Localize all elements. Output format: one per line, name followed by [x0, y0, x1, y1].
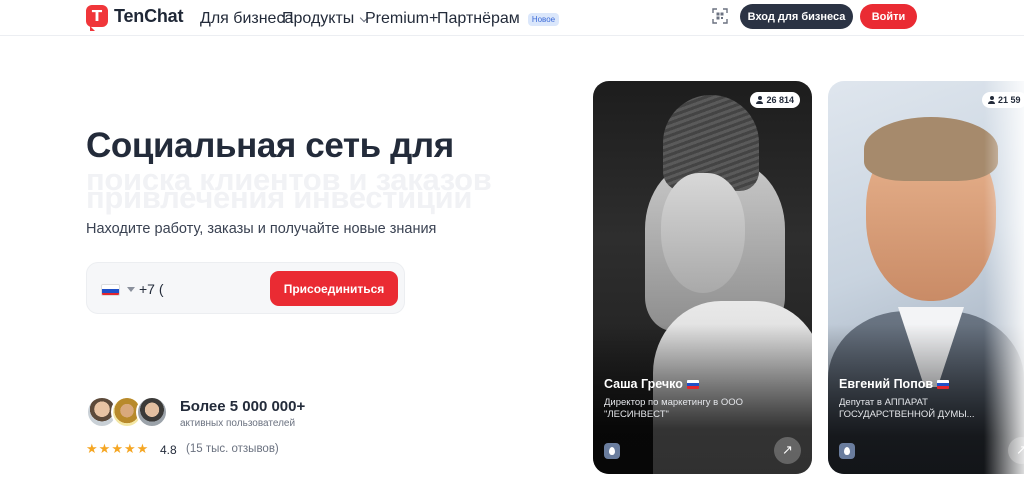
- hero-rotating-line-2: привлечения инвестиций: [86, 180, 473, 215]
- nav-item-business[interactable]: Для бизнеса: [200, 10, 293, 28]
- profile-name-row: Саша Гречко: [604, 377, 699, 391]
- hero-title: Социальная сеть для: [86, 126, 454, 165]
- avatar: [136, 396, 168, 428]
- user-avatars: [86, 396, 170, 430]
- phone-input[interactable]: [139, 278, 259, 300]
- profile-role: Директор по маркетингу в ООО "ЛЕСИНВЕСТ": [604, 397, 744, 420]
- nav-item-premium[interactable]: Premium+: [365, 10, 438, 28]
- russia-flag-icon: [686, 379, 699, 389]
- profile-card[interactable]: 26 814 Саша Гречко Директор по маркетинг…: [593, 81, 812, 474]
- join-button[interactable]: Присоединиться: [270, 271, 398, 306]
- users-label: активных пользователей: [180, 418, 296, 429]
- nav-item-label: Партнёрам: [437, 10, 520, 27]
- business-login-button[interactable]: Вход для бизнеса: [740, 4, 853, 29]
- qr-scan-icon[interactable]: [712, 8, 728, 24]
- star-icon: ★: [123, 442, 136, 457]
- verified-drop-icon: [604, 443, 620, 459]
- russia-flag-icon: [937, 379, 950, 389]
- profile-card[interactable]: 21 59 Евгений Попов Депутат в АППАРАТ ГО…: [828, 81, 1024, 474]
- nav-item-products[interactable]: Продукты: [282, 10, 369, 28]
- rating-stars: ★ ★ ★ ★ ★: [86, 443, 148, 456]
- reviews-count: (15 тыс. отзывов): [186, 443, 279, 455]
- person-icon: [756, 96, 764, 104]
- rating-value: 4.8: [160, 443, 177, 457]
- nav-item-partners[interactable]: Партнёрам Новое: [437, 10, 560, 28]
- russia-flag-icon[interactable]: [101, 284, 120, 296]
- nav-item-label: Для бизнеса: [200, 10, 294, 27]
- star-icon: ★: [86, 442, 98, 457]
- profile-name: Саша Гречко: [604, 377, 683, 391]
- users-count: Более 5 000 000+: [180, 398, 306, 415]
- hero-subtitle: Находите работу, заказы и получайте новы…: [86, 221, 437, 237]
- followers-count: 26 814: [766, 95, 794, 105]
- arrow-up-right-icon[interactable]: ↗: [774, 437, 801, 464]
- country-dropdown-caret-icon[interactable]: [127, 287, 135, 292]
- profile-name-row: Евгений Попов: [839, 377, 950, 391]
- profile-name: Евгений Попов: [839, 377, 934, 391]
- followers-pill: 21 59: [982, 92, 1024, 108]
- followers-pill: 26 814: [750, 92, 800, 108]
- nav-item-label: Premium+: [365, 10, 439, 27]
- logo-text: TenChat: [114, 5, 184, 26]
- new-badge: Новое: [527, 12, 560, 26]
- verified-drop-icon: [839, 443, 855, 459]
- profile-role: Депутат в АППАРАТ ГОСУДАРСТВЕННОЙ ДУМЫ..…: [839, 397, 975, 420]
- star-icon: ★: [111, 442, 123, 457]
- phone-signup-form: Присоединиться: [86, 262, 405, 314]
- person-icon: [988, 96, 995, 104]
- tenchat-logo[interactable]: T TenChat: [86, 5, 184, 31]
- star-icon: ★: [98, 442, 111, 457]
- site-header: T TenChat Для бизнеса Продукты Premium+ …: [0, 0, 1024, 36]
- tenchat-logo-icon: T: [86, 5, 108, 31]
- login-button[interactable]: Войти: [860, 4, 917, 29]
- followers-count: 21 59: [998, 95, 1021, 105]
- nav-item-label: Продукты: [282, 10, 355, 27]
- star-icon: ★: [136, 442, 149, 457]
